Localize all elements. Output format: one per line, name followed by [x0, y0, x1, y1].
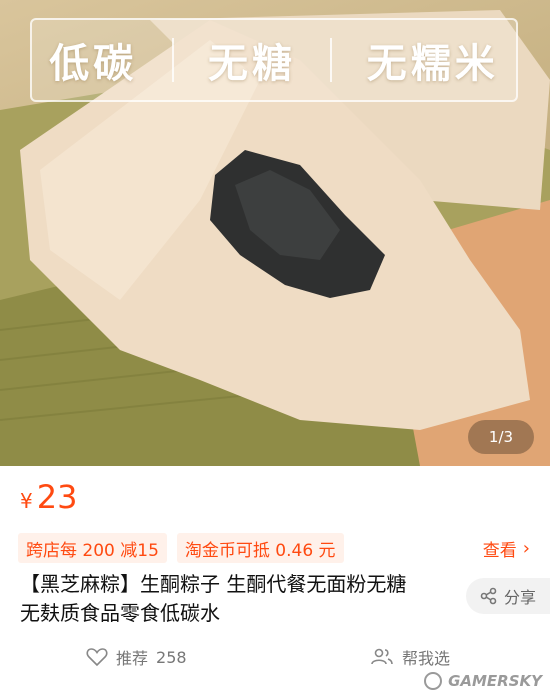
promo-tag-taojinbi[interactable]: 淘金币可抵 0.46 元 — [176, 533, 344, 563]
product-title: 【黑芝麻粽】生酮粽子 生酮代餐无面粉无糖 无麸质食品零食低碳水 — [20, 570, 460, 628]
share-button[interactable]: 分享 — [466, 578, 550, 614]
share-label: 分享 — [503, 588, 536, 607]
share-icon — [480, 587, 497, 605]
hero-banner: 低碳 无糖 无糯米 — [30, 18, 518, 102]
price: ¥ 23 — [20, 478, 77, 516]
recommend-label: 推荐 — [116, 649, 149, 668]
product-title-line-2: 无麸质食品零食低碳水 — [20, 601, 220, 625]
price-currency: ¥ — [20, 489, 33, 513]
heart-icon — [86, 648, 108, 667]
banner-word-sugar-free: 无糖 — [207, 41, 296, 87]
view-promotions-link[interactable]: 查看 › — [483, 536, 530, 561]
product-image-gallery[interactable]: 低碳 无糖 无糯米 1/3 — [0, 0, 550, 466]
watermark-logo-icon — [424, 672, 443, 690]
people-icon — [371, 648, 393, 665]
banner-divider — [171, 38, 174, 82]
watermark-text: GAMERSKY — [448, 672, 542, 690]
help-choose-label: 帮我选 — [402, 649, 451, 668]
banner-word-no-glutinous-rice: 无糯米 — [366, 41, 499, 87]
help-me-choose-button[interactable]: 帮我选 — [370, 645, 450, 669]
banner-divider — [330, 38, 333, 82]
product-title-line-1: 【黑芝麻粽】生酮粽子 生酮代餐无面粉无糖 — [20, 572, 407, 596]
site-watermark: GAMERSKY — [424, 672, 542, 690]
action-row: 推荐 258 帮我选 — [0, 642, 550, 672]
price-value: 23 — [36, 478, 78, 516]
promo-tag-cross-store[interactable]: 跨店每 200 减15 — [18, 533, 167, 563]
recommend-button[interactable]: 推荐 258 — [86, 645, 187, 669]
banner-word-low-carb: 低碳 — [49, 41, 138, 87]
image-counter-badge: 1/3 — [468, 420, 534, 454]
chevron-right-icon: › — [522, 538, 530, 559]
promo-tags: 跨店每 200 减15 淘金币可抵 0.46 元 — [18, 533, 344, 563]
recommend-count: 258 — [156, 647, 187, 667]
view-label: 查看 — [482, 541, 517, 561]
